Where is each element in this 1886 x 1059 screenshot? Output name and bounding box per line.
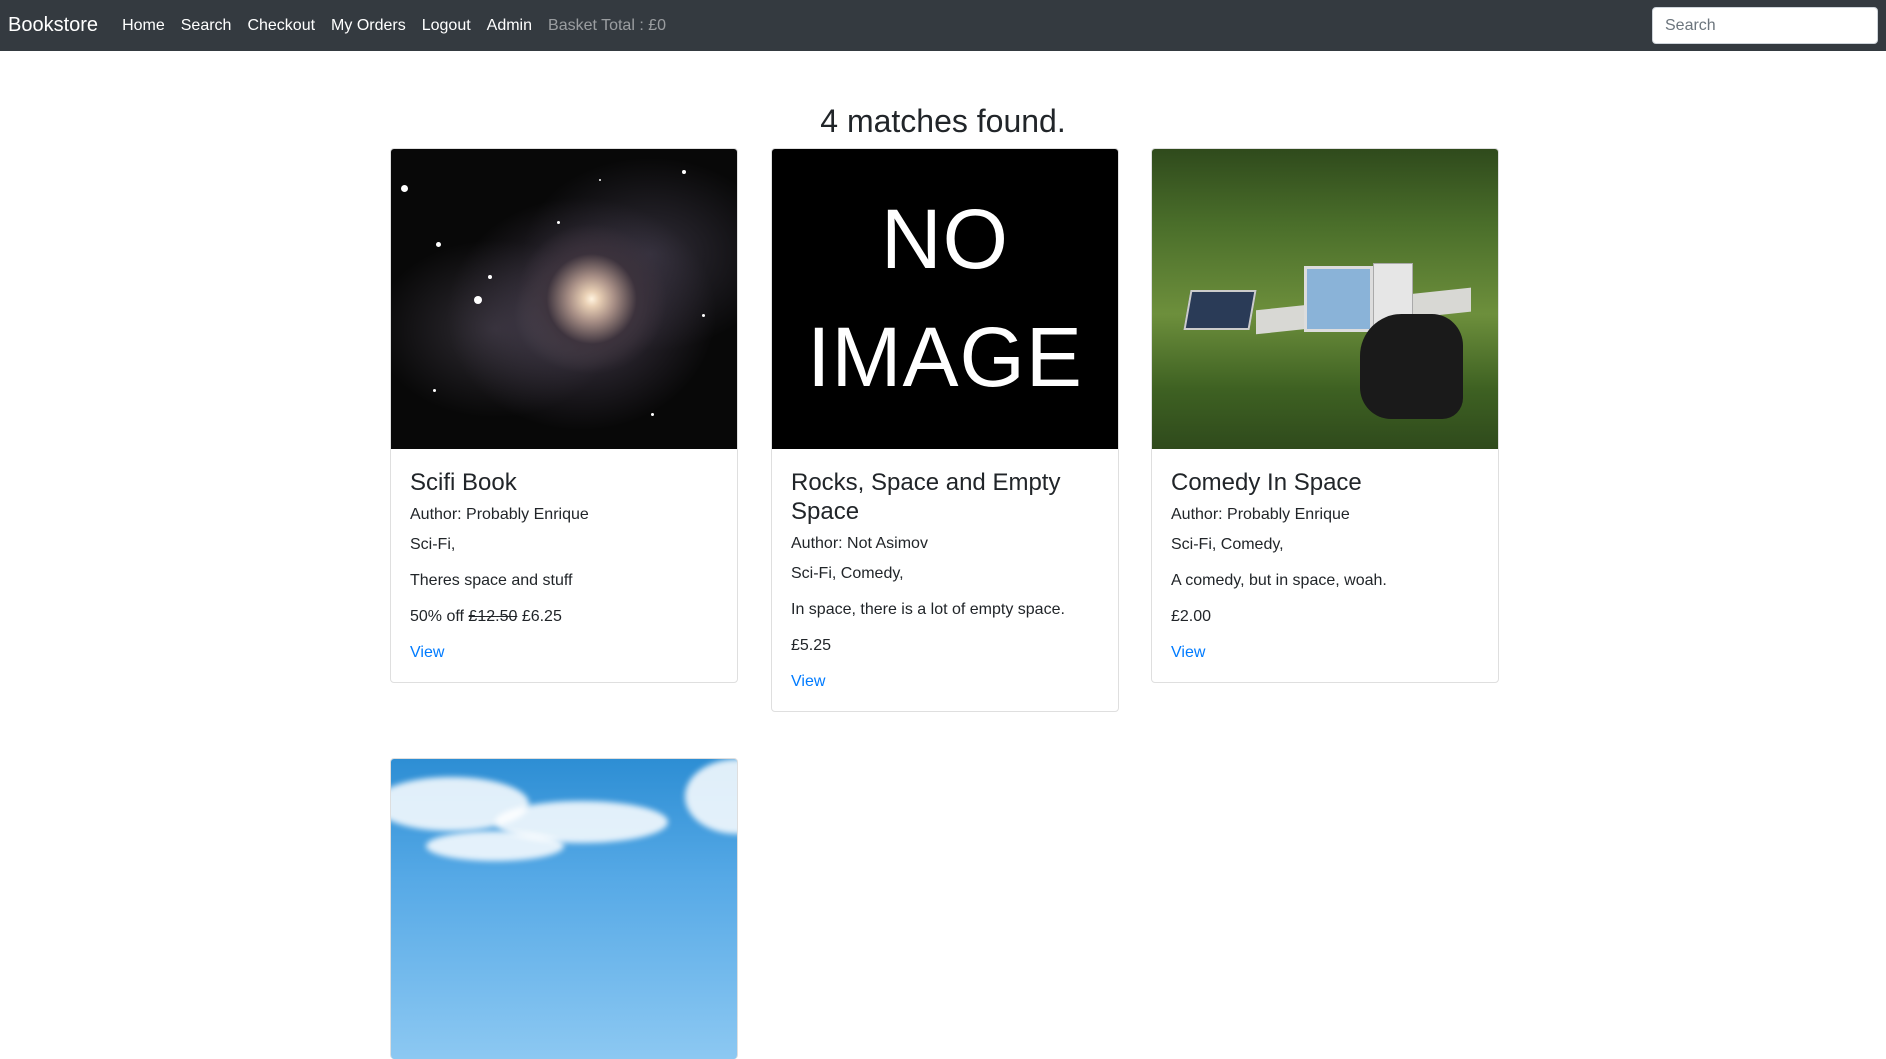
view-book-link[interactable]: View <box>410 644 444 662</box>
basket-total: Basket Total : £0 <box>548 16 667 34</box>
nav-logout-link[interactable]: Logout <box>422 17 471 35</box>
search-input[interactable] <box>1652 7 1878 44</box>
view-book-link[interactable]: View <box>791 673 825 691</box>
book-card: Comedy In Space Author: Probably Enrique… <box>1151 148 1499 683</box>
galaxy-image <box>391 149 737 449</box>
book-description: Theres space and stuff <box>410 571 573 589</box>
no-image-text: NO <box>881 192 1009 287</box>
nav-search-link[interactable]: Search <box>181 17 232 35</box>
book-genres: Sci-Fi, Comedy, <box>791 564 904 582</box>
book-genres: Sci-Fi, Comedy, <box>1171 535 1284 553</box>
book-genres: Sci-Fi, <box>410 535 456 553</box>
book-description: A comedy, but in space, woah. <box>1171 571 1387 589</box>
nav-my-orders-link[interactable]: My Orders <box>331 17 406 35</box>
nav-admin-link[interactable]: Admin <box>487 17 532 35</box>
no-image-text: IMAGE <box>807 310 1083 404</box>
nav-checkout-link[interactable]: Checkout <box>247 17 315 35</box>
book-card <box>390 758 738 1059</box>
card-body: Scifi Book Author: Probably Enrique Sci-… <box>391 449 737 682</box>
discount-label: 50% off <box>410 607 464 625</box>
no-image-placeholder: NO IMAGE <box>772 149 1118 449</box>
book-price: 50% off £12.50 £6.25 <box>410 608 718 626</box>
results-heading: 4 matches found. <box>820 103 1066 139</box>
book-title: Rocks, Space and Empty Space <box>791 469 1061 525</box>
book-description: In space, there is a lot of empty space. <box>791 600 1065 618</box>
book-author: Author: Probably Enrique <box>1171 505 1350 523</box>
nav-home-link[interactable]: Home <box>122 17 165 35</box>
book-author: Author: Not Asimov <box>791 534 928 552</box>
book-title: Scifi Book <box>410 469 517 496</box>
sale-price: £6.25 <box>521 607 562 625</box>
old-price: £12.50 <box>468 607 518 625</box>
book-title: Comedy In Space <box>1171 469 1362 496</box>
book-price: £5.25 <box>791 636 832 654</box>
brand-logo[interactable]: Bookstore <box>8 14 98 37</box>
view-book-link[interactable]: View <box>1171 644 1205 662</box>
card-body: Comedy In Space Author: Probably Enrique… <box>1152 449 1498 682</box>
top-navbar: Bookstore Home Search Checkout My Orders… <box>0 0 1886 51</box>
book-card: Scifi Book Author: Probably Enrique Sci-… <box>390 148 738 683</box>
card-body: Rocks, Space and Empty Space Author: Not… <box>772 449 1118 711</box>
book-card: NO IMAGE Rocks, Space and Empty Space Au… <box>771 148 1119 712</box>
sky-clouds-image <box>391 759 737 1059</box>
office-in-grass-image <box>1152 149 1498 449</box>
book-price: £2.00 <box>1171 607 1212 625</box>
book-author: Author: Probably Enrique <box>410 505 589 523</box>
